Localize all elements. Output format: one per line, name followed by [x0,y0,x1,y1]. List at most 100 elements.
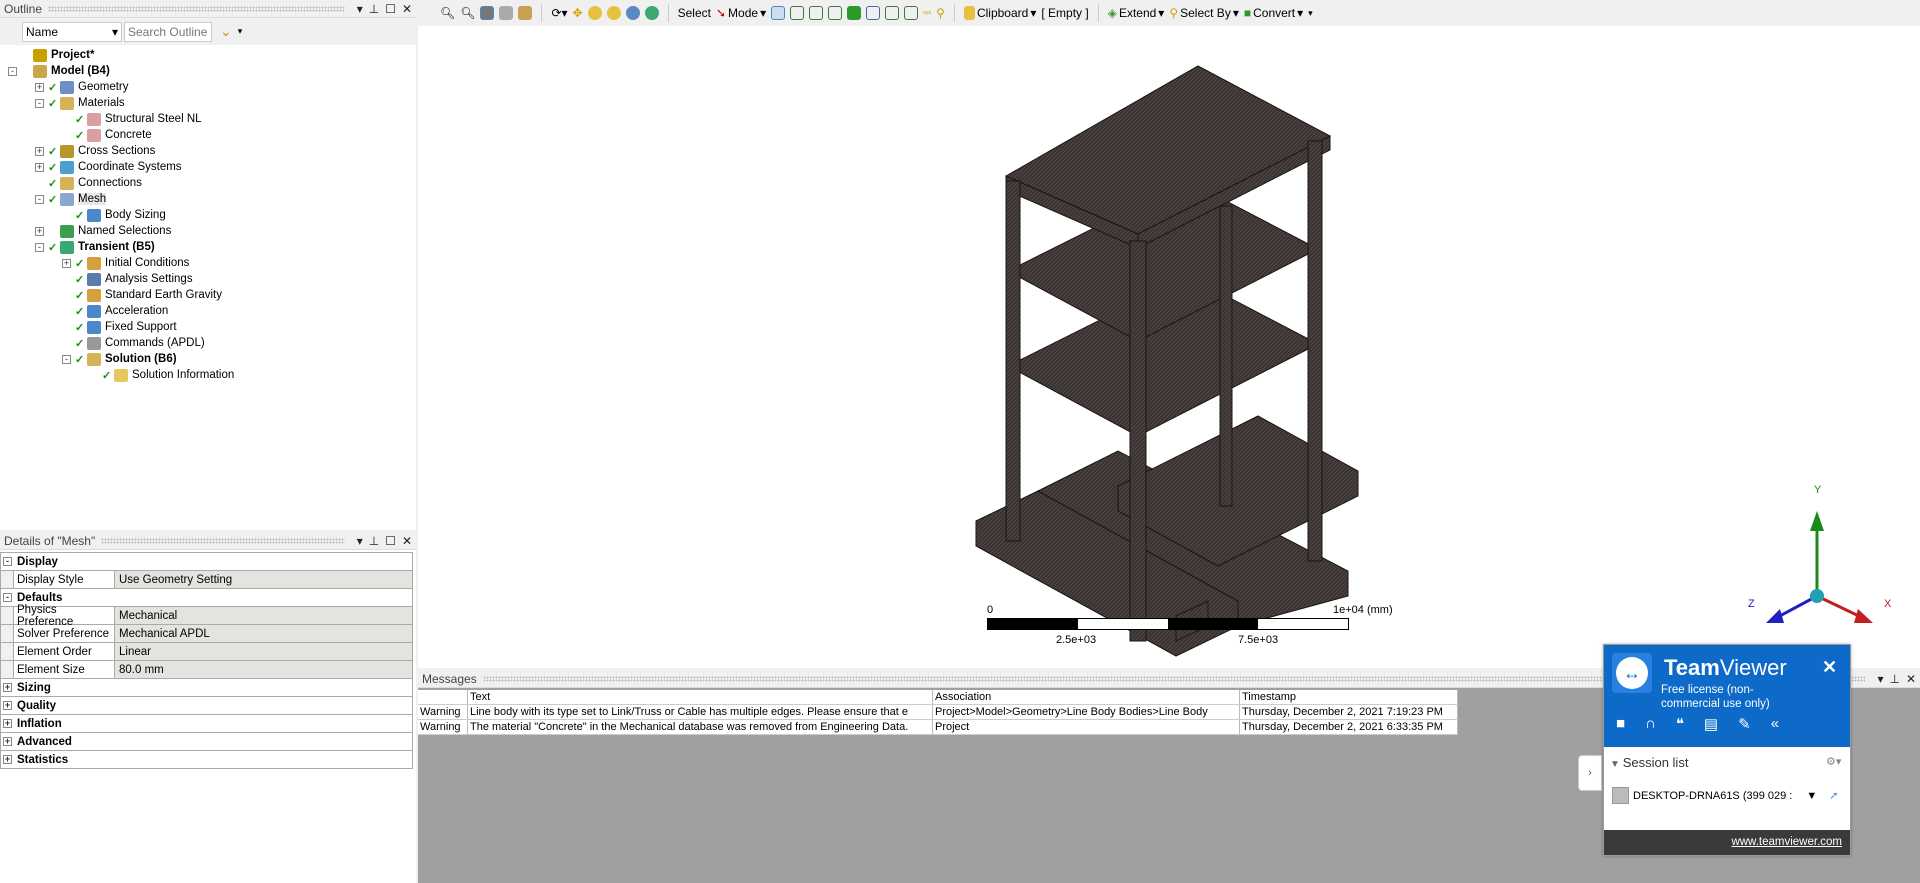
details-property[interactable]: Physics Preference Mechanical [1,604,412,628]
property-value[interactable]: Use Geometry Setting [115,571,412,588]
details-group[interactable]: + Advanced [1,733,412,751]
dropdown-icon[interactable]: ▾ [357,534,363,548]
tree-item[interactable]: ✓ Analysis Settings [0,271,416,287]
zoom-to-fit-icon[interactable] [625,6,640,20]
zoom-in-icon[interactable]: 🔍︎ [460,6,475,20]
display-edges-icon[interactable] [518,6,533,20]
tree-item[interactable]: ✓ Solution Information [0,367,416,383]
close-icon[interactable]: ✕ [1906,672,1916,686]
column-header[interactable]: Timestamp [1240,690,1458,704]
tree-item[interactable]: ✓ Body Sizing [0,207,416,223]
tree-item[interactable]: ✓ Acceleration [0,303,416,319]
tree-item[interactable]: + ✓ Cross Sections [0,143,416,159]
gear-icon[interactable]: ⚙▾ [1826,755,1841,768]
teamviewer-expand-tab[interactable]: › [1578,755,1602,791]
wireframe-view-icon[interactable] [499,6,514,20]
expand-icon[interactable]: + [62,258,71,268]
message-row[interactable]: Warning The material "Concrete" in the Me… [418,720,1458,735]
graphics-viewport[interactable]: 0 1e+04 (mm) 2.5e+03 7.5e+03 Y X Z [418,26,1920,668]
tree-item[interactable]: Project* [0,47,416,63]
files-icon[interactable]: ▤ [1704,715,1718,733]
tree-item[interactable]: + ✓ Initial Conditions [0,255,416,271]
details-group[interactable]: + Inflation [1,715,412,733]
details-group[interactable]: + Quality [1,697,412,715]
tree-item[interactable]: ✓ Fixed Support [0,319,416,335]
close-icon[interactable]: ✕ [1822,657,1837,678]
tree-item[interactable]: - Model (B4) [0,63,416,79]
select-button[interactable]: Select [678,6,711,20]
message-row[interactable]: Warning Line body with its type set to Li… [418,705,1458,720]
extend-button[interactable]: ◈ Extend ▾ [1108,6,1165,20]
column-header[interactable] [418,690,468,704]
details-property[interactable]: Element Size 80.0 mm [1,661,412,679]
toolbar-overflow-icon[interactable]: ▾ [1308,8,1313,19]
tree-item[interactable]: ✓ Concrete [0,127,416,143]
collapse-icon[interactable]: - [62,354,71,364]
brush-icon[interactable]: ✎ [1738,715,1751,733]
pin-icon[interactable]: ⊥ [1889,672,1899,686]
chat-icon[interactable]: ❝ [1676,715,1684,733]
zoom-out-icon[interactable]: 🔍︎ [440,6,455,20]
dropdown-icon[interactable]: ▾ [1877,672,1883,686]
details-group[interactable]: + Sizing [1,679,412,697]
collapse-icon[interactable]: - [1,553,14,570]
select-by-button[interactable]: ⚲ Select By ▾ [1169,6,1239,20]
collapse-icon[interactable]: - [35,194,44,204]
rotate-icon[interactable]: ⟳▾ [551,6,567,20]
collapse-icon[interactable]: « [1771,715,1779,733]
expand-icon[interactable]: + [1,715,14,732]
maximize-icon[interactable]: ☐ [385,534,396,548]
session-list-header[interactable]: ▼ Session list [1610,755,1688,770]
expand-icon[interactable]: + [1,733,14,750]
details-group[interactable]: + Statistics [1,751,412,769]
close-icon[interactable]: ✕ [402,2,412,16]
probe-icon[interactable]: ⚲ [936,6,945,20]
tree-item[interactable]: - ✓ Solution (B6) [0,351,416,367]
mode-button[interactable]: ➘ Mode ▾ [716,6,766,20]
tree-item[interactable]: ✓ Connections [0,175,416,191]
collapse-icon[interactable]: - [8,66,17,76]
pin-icon[interactable]: ⊥ [369,534,379,548]
tree-item[interactable]: ✓ Structural Steel NL [0,111,416,127]
tree-item[interactable]: ✓ Commands (APDL) [0,335,416,351]
pan-icon[interactable]: ✥ [573,6,583,20]
select-vertex-icon[interactable] [790,6,805,20]
dropdown-icon[interactable]: ▼ [1806,790,1817,802]
search-outline-input[interactable] [124,21,212,42]
tree-item[interactable]: + ✓ Geometry [0,79,416,95]
select-element-face-icon[interactable] [885,6,900,20]
outline-filter-select[interactable]: Name ▾ [22,21,122,42]
cursor-icon[interactable]: ➚ [1829,789,1838,802]
collapse-icon[interactable]: - [1,589,14,606]
select-edge-icon[interactable] [809,6,824,20]
expand-icon[interactable]: + [35,82,44,92]
dropdown-icon[interactable]: ▾ [357,2,363,16]
zoom-fit-icon[interactable] [606,6,621,20]
tree-item[interactable]: ✓ Standard Earth Gravity [0,287,416,303]
tree-item[interactable]: + ✓ Coordinate Systems [0,159,416,175]
clipboard-button[interactable]: Clipboard ▾ [963,6,1036,20]
headset-icon[interactable]: ∩ [1645,715,1656,733]
select-type-icon[interactable] [771,6,786,20]
xyz-icon[interactable]: ˣʸᶻ [923,9,931,18]
select-node-icon[interactable] [866,6,881,20]
collapse-icon[interactable]: - [35,242,44,252]
teamviewer-link[interactable]: www.teamviewer.com [1604,830,1850,855]
expand-chevron-icon[interactable]: ⌄ [220,23,232,40]
property-value[interactable]: Linear [115,643,412,660]
select-body-icon[interactable] [847,6,862,20]
tree-item[interactable]: - ✓ Mesh [0,191,416,207]
expand-icon[interactable]: + [35,226,44,236]
column-header[interactable]: Text [468,690,933,704]
convert-button[interactable]: ■ Convert ▾ [1244,6,1303,20]
details-group[interactable]: - Display [1,553,412,571]
select-face-icon[interactable] [828,6,843,20]
tree-item[interactable]: - ✓ Materials [0,95,416,111]
expand-icon[interactable]: + [35,146,44,156]
property-value[interactable]: Mechanical [115,607,412,624]
details-property[interactable]: Solver Preference Mechanical APDL [1,625,412,643]
overflow-icon[interactable]: ▾ [238,26,243,37]
details-property[interactable]: Element Order Linear [1,643,412,661]
property-value[interactable]: 80.0 mm [115,661,412,678]
select-element-icon[interactable] [904,6,919,20]
